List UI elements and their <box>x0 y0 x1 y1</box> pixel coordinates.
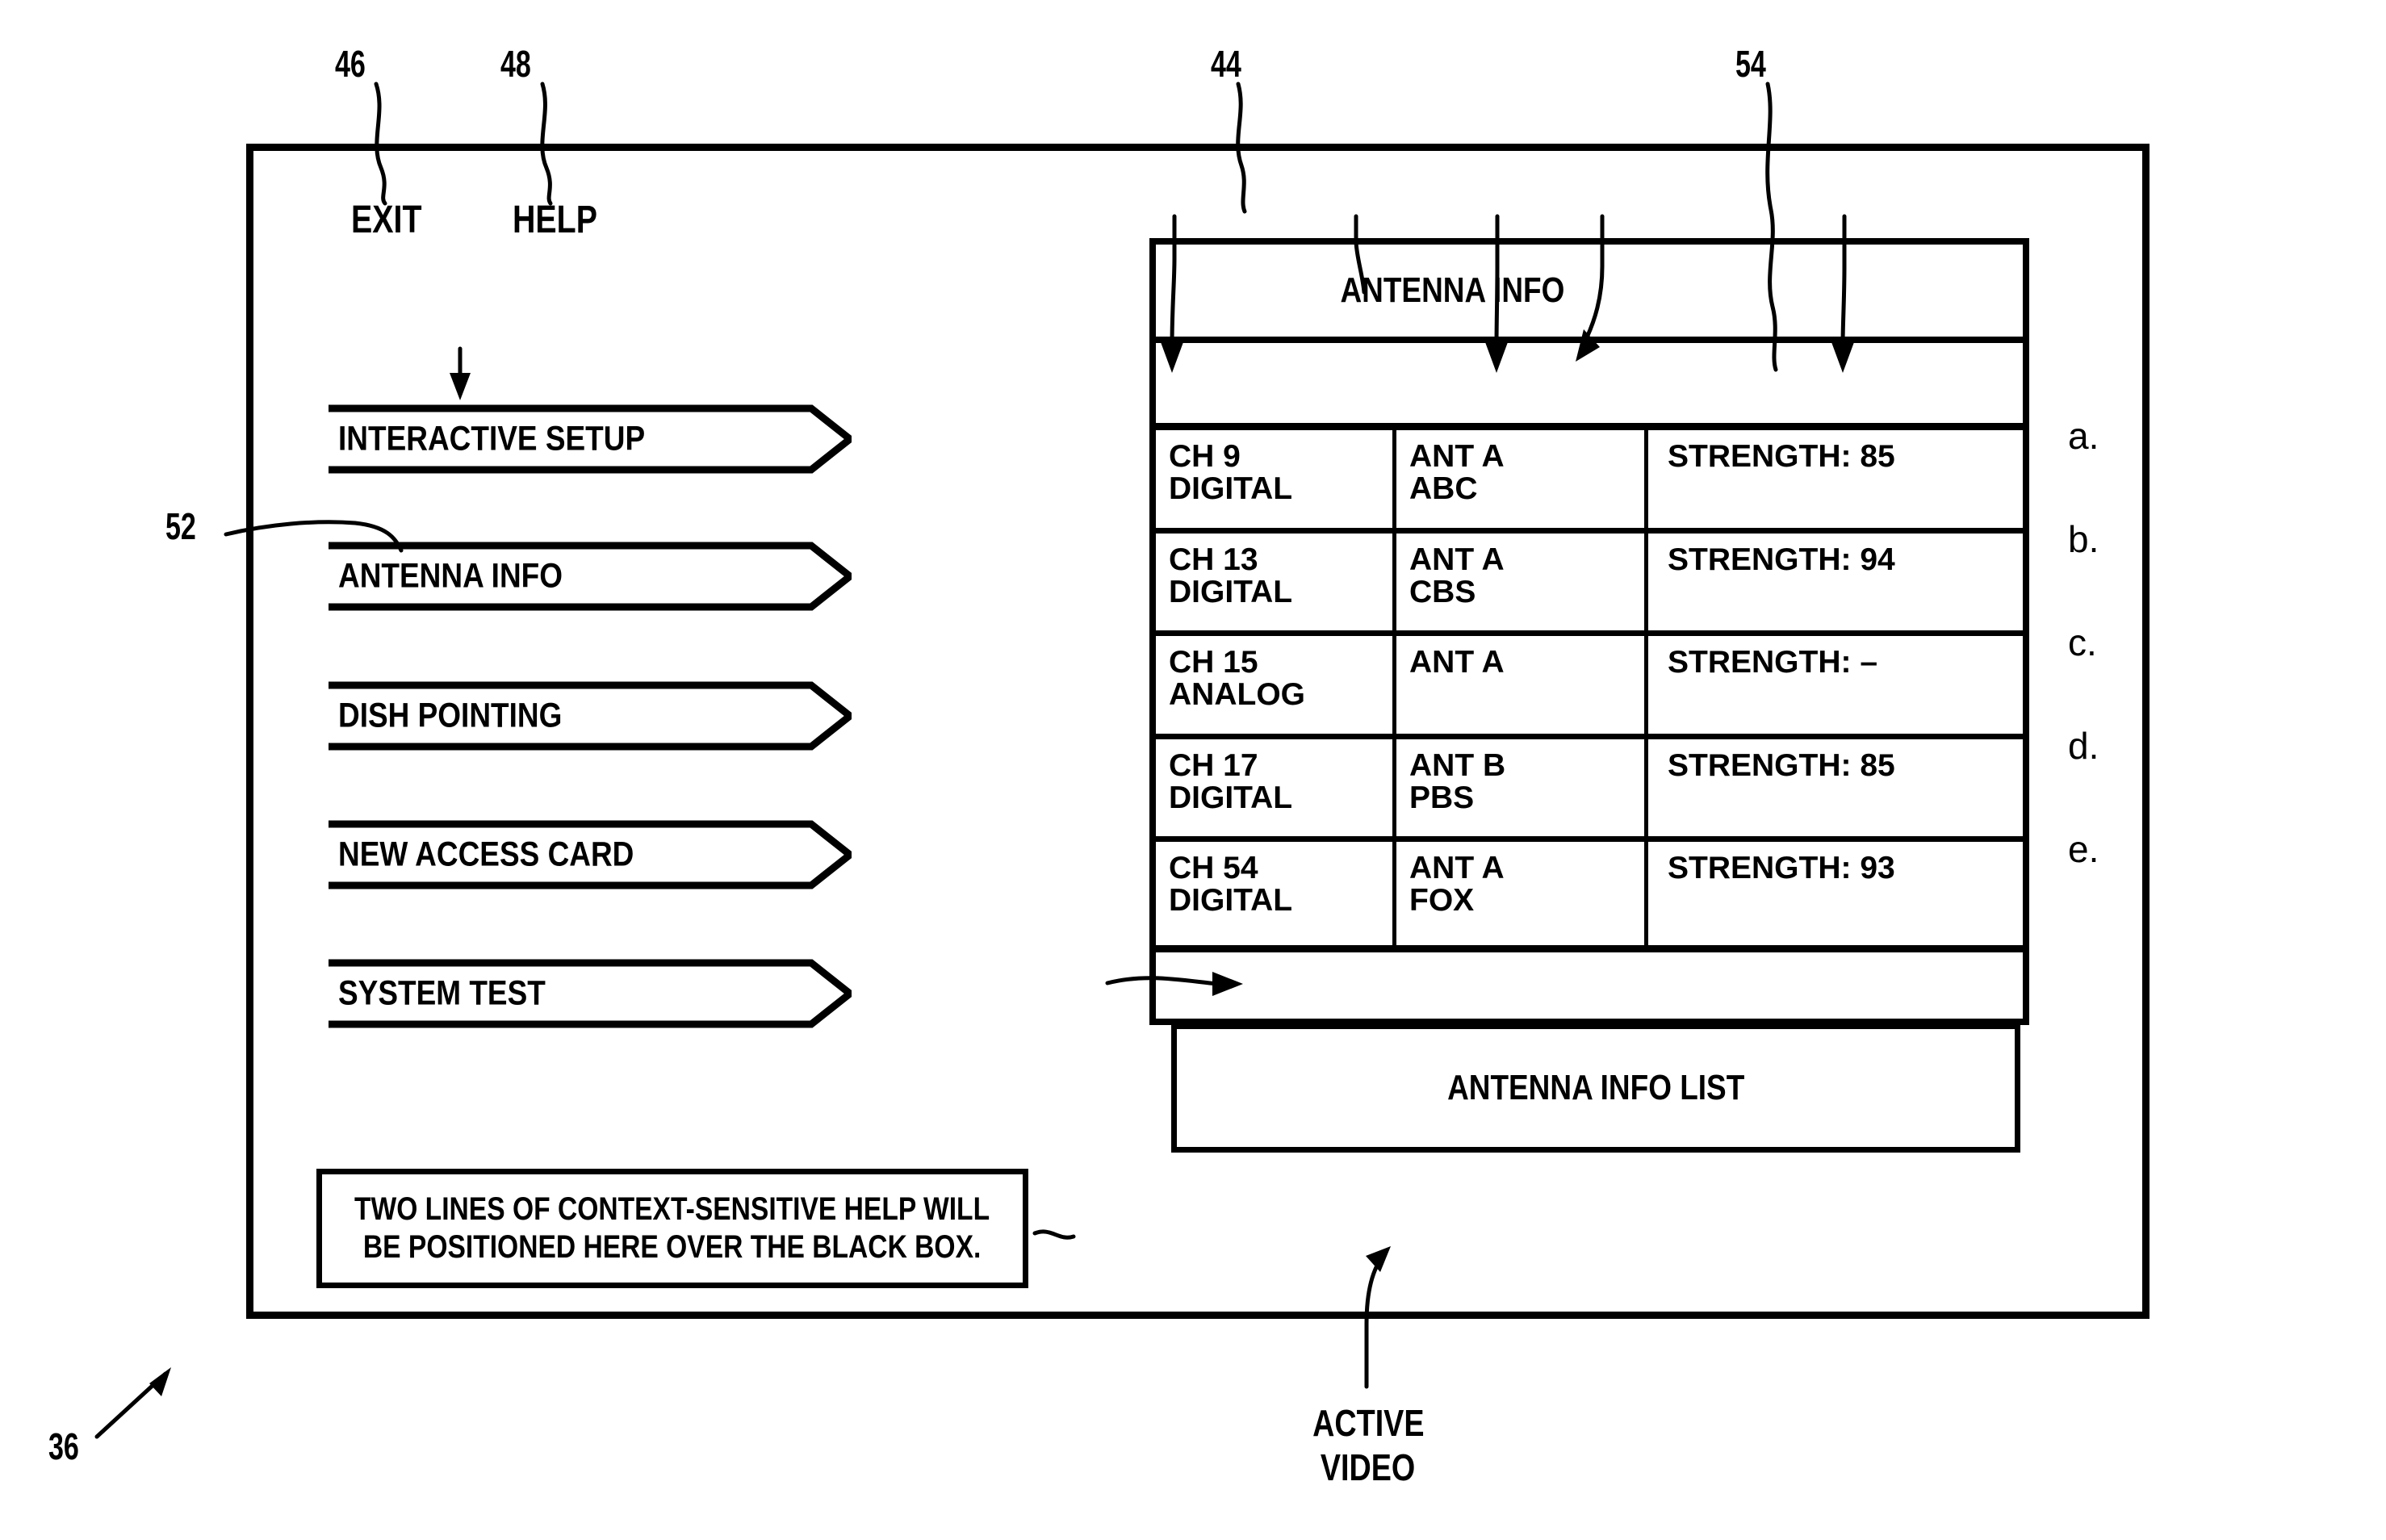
channel-mode: ANALOG <box>1169 677 1305 713</box>
antenna-info-panel-title-row: ANTENNA INFO <box>1156 245 2023 343</box>
channel-number: CH 15 <box>1169 645 1258 680</box>
row-letter-d: d. <box>2068 725 2099 767</box>
antenna-id: ANT B <box>1409 747 1506 783</box>
help-label[interactable]: HELP <box>513 198 616 242</box>
channel-number: CH 13 <box>1169 542 1258 577</box>
ref-number-46: 46 <box>335 43 366 85</box>
strength-cell: STRENGTH: 85 <box>1648 430 2023 528</box>
menu-item-new-access-card[interactable]: NEW ACCESS CARD <box>327 819 852 890</box>
ref-number-36: 36 <box>48 1425 79 1467</box>
leader-36 <box>94 1371 168 1439</box>
row-letter-e: e. <box>2068 828 2099 870</box>
channel-cell: CH 9 DIGITAL <box>1156 430 1396 528</box>
signal-strength: STRENGTH: 85 <box>1668 439 1895 474</box>
table-row[interactable]: CH 15 ANALOG ANT A STRENGTH: – <box>1156 636 2023 739</box>
signal-strength: STRENGTH: 85 <box>1668 747 1895 783</box>
network-name: FOX <box>1409 883 1475 919</box>
strength-cell: STRENGTH: 94 <box>1648 534 2023 631</box>
menu-item-label: INTERACTIVE SETUP <box>338 419 646 458</box>
antenna-id: ANT A <box>1409 439 1505 474</box>
antenna-cell: ANT B PBS <box>1396 739 1648 836</box>
channel-number: CH 54 <box>1169 851 1258 885</box>
menu-item-antenna-info[interactable]: ANTENNA INFO <box>327 541 852 612</box>
antenna-info-list-label: ANTENNA INFO LIST <box>1446 1068 1745 1107</box>
row-letter-a: a. <box>2068 415 2099 457</box>
menu-item-label: ANTENNA INFO <box>338 556 563 596</box>
antenna-id: ANT A <box>1409 645 1505 680</box>
signal-strength: STRENGTH: 93 <box>1668 851 1895 885</box>
strength-cell: STRENGTH: 93 <box>1648 842 2023 945</box>
strength-cell: STRENGTH: 85 <box>1648 739 2023 837</box>
help-text-line-2: BE POSITIONED HERE OVER THE BLACK BOX. <box>363 1229 982 1265</box>
menu-item-label: DISH POINTING <box>338 696 563 735</box>
channel-number: CH 9 <box>1169 439 1241 474</box>
channel-cell: CH 17 DIGITAL <box>1156 739 1396 836</box>
ref-number-54: 54 <box>1735 43 1766 85</box>
antenna-cell: ANT A <box>1396 636 1648 734</box>
antenna-id: ANT A <box>1409 851 1505 885</box>
antenna-info-panel: ANTENNA INFO CH 9 DIGITAL ANT A ABC STRE… <box>1149 238 2029 1025</box>
antenna-info-rows: CH 9 DIGITAL ANT A ABC STRENGTH: 85 CH 1… <box>1156 430 2023 945</box>
table-row[interactable]: CH 54 DIGITAL ANT A FOX STRENGTH: 93 <box>1156 842 2023 945</box>
antenna-info-list-box[interactable]: ANTENNA INFO LIST <box>1171 1023 2020 1153</box>
active-video-label: ACTIVE VIDEO <box>1279 1401 1457 1490</box>
row-letter-c: c. <box>2068 621 2097 663</box>
antenna-info-panel-footer-row <box>1156 945 2023 1019</box>
arrowhead-36 <box>149 1367 171 1396</box>
antenna-info-panel-title: ANTENNA INFO <box>1340 270 1564 310</box>
menu-item-label: SYSTEM TEST <box>338 973 546 1013</box>
antenna-cell: ANT A ABC <box>1396 430 1648 528</box>
antenna-id: ANT A <box>1409 542 1505 577</box>
active-video-line-2: VIDEO <box>1321 1446 1416 1489</box>
signal-strength: STRENGTH: 94 <box>1668 542 1895 577</box>
menu-item-label: NEW ACCESS CARD <box>338 835 634 874</box>
table-row[interactable]: CH 17 DIGITAL ANT B PBS STRENGTH: 85 <box>1156 739 2023 842</box>
ref-number-52: 52 <box>165 505 196 547</box>
network-name: ABC <box>1409 471 1478 507</box>
active-video-line-1: ACTIVE <box>1312 1402 1425 1444</box>
help-text-line-1: TWO LINES OF CONTEXT-SENSITIVE HELP WILL <box>354 1191 990 1227</box>
table-row[interactable]: CH 13 DIGITAL ANT A CBS STRENGTH: 94 <box>1156 533 2023 636</box>
channel-cell: CH 15 ANALOG <box>1156 636 1396 734</box>
network-name: PBS <box>1409 780 1475 815</box>
antenna-cell: ANT A CBS <box>1396 533 1648 630</box>
antenna-info-panel-column-header-row <box>1156 343 2023 430</box>
channel-cell: CH 13 DIGITAL <box>1156 533 1396 630</box>
channel-number: CH 17 <box>1169 747 1258 783</box>
menu-item-interactive-setup[interactable]: INTERACTIVE SETUP <box>327 404 852 475</box>
ref-number-48: 48 <box>500 43 531 85</box>
antenna-cell: ANT A FOX <box>1396 842 1648 945</box>
ref-number-44: 44 <box>1211 43 1241 85</box>
context-sensitive-help-box: TWO LINES OF CONTEXT-SENSITIVE HELP WILL… <box>316 1169 1028 1288</box>
channel-mode: DIGITAL <box>1169 471 1293 507</box>
row-letter-b: b. <box>2068 518 2099 560</box>
network-name: CBS <box>1409 574 1476 609</box>
patent-figure-canvas: 46 48 44 54 58 56 60 67 62 50 52 68 66 3… <box>0 0 2386 1540</box>
menu-item-dish-pointing[interactable]: DISH POINTING <box>327 680 852 751</box>
table-row[interactable]: CH 9 DIGITAL ANT A ABC STRENGTH: 85 <box>1156 430 2023 534</box>
channel-mode: DIGITAL <box>1169 574 1293 609</box>
strength-cell: STRENGTH: – <box>1648 636 2023 734</box>
channel-mode: DIGITAL <box>1169 780 1293 815</box>
exit-label[interactable]: EXIT <box>351 198 437 242</box>
channel-mode: DIGITAL <box>1169 883 1293 919</box>
menu-item-system-test[interactable]: SYSTEM TEST <box>327 958 852 1029</box>
signal-strength: STRENGTH: – <box>1668 645 1878 680</box>
channel-cell: CH 54 DIGITAL <box>1156 842 1396 945</box>
